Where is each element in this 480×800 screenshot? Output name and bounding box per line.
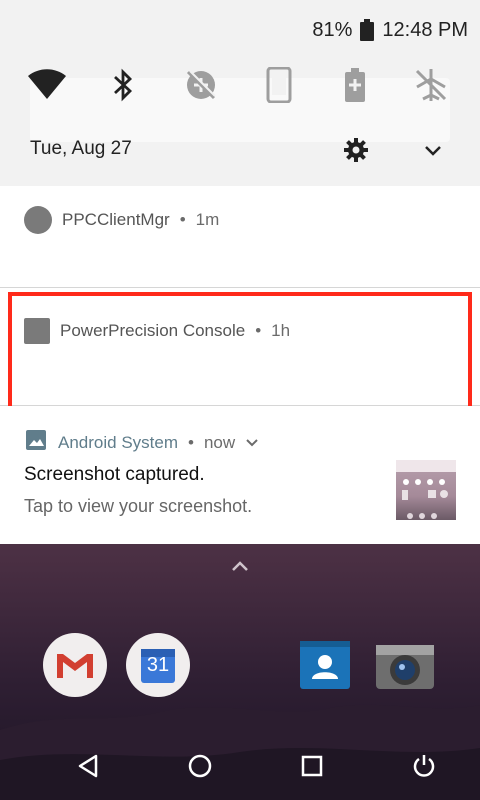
notification-ppcclientmgr[interactable]: PPCClientMgr • 1m xyxy=(0,186,480,288)
gmail-icon[interactable] xyxy=(42,632,108,698)
chevron-down-icon[interactable] xyxy=(245,433,259,453)
notification-title: Screenshot captured. xyxy=(24,464,205,485)
notification-time: now xyxy=(203,432,236,452)
notification-android-system[interactable]: Android System • now Screenshot captured… xyxy=(0,406,480,544)
image-icon xyxy=(24,428,48,457)
wifi-icon[interactable] xyxy=(22,60,72,110)
quick-settings-date: Tue, Aug 27 xyxy=(30,138,132,159)
calendar-day-label: 31 xyxy=(146,654,170,676)
highlight-box xyxy=(8,292,472,412)
notification-separator: • xyxy=(188,432,194,452)
recents-icon[interactable] xyxy=(296,750,328,782)
notification-separator: • xyxy=(179,210,186,229)
navigation-bar xyxy=(0,730,480,800)
screenshot-thumbnail[interactable] xyxy=(396,460,456,520)
notification-body: Tap to view your screenshot. xyxy=(24,496,253,516)
battery-saver-icon[interactable] xyxy=(330,60,380,110)
battery-icon xyxy=(360,19,375,41)
notification-time: 1m xyxy=(195,210,220,229)
notification-app-name: Android System xyxy=(58,432,178,452)
contacts-icon[interactable] xyxy=(292,632,358,698)
camera-icon[interactable] xyxy=(372,632,438,698)
back-icon[interactable] xyxy=(72,750,104,782)
clock: 12:48 PM xyxy=(382,18,468,41)
battery-percent: 81% xyxy=(312,18,353,41)
data-saver-icon[interactable] xyxy=(176,60,226,110)
notification-app-name: PPCClientMgr xyxy=(62,210,170,229)
expand-chevron-down-icon[interactable] xyxy=(420,138,446,164)
home-icon[interactable] xyxy=(184,750,216,782)
quick-settings-tiles xyxy=(0,60,480,110)
notification-header: Android System • now xyxy=(24,428,259,457)
power-icon[interactable] xyxy=(408,750,440,782)
settings-gear-icon[interactable] xyxy=(342,136,370,164)
notification-header: PPCClientMgr • 1m xyxy=(24,206,219,234)
rotate-icon[interactable] xyxy=(254,60,304,110)
app-drawer-chevron-icon[interactable] xyxy=(228,556,252,576)
airplane-mode-icon[interactable] xyxy=(406,60,456,110)
bluetooth-icon[interactable] xyxy=(98,60,148,110)
ppcclientmgr-app-icon xyxy=(24,206,52,234)
calendar-icon[interactable]: 31 xyxy=(125,632,191,698)
status-bar: 81% 12:48 PM xyxy=(312,12,468,48)
quick-settings-panel: 81% 12:48 PM Tue, Aug 27 xyxy=(0,0,480,186)
